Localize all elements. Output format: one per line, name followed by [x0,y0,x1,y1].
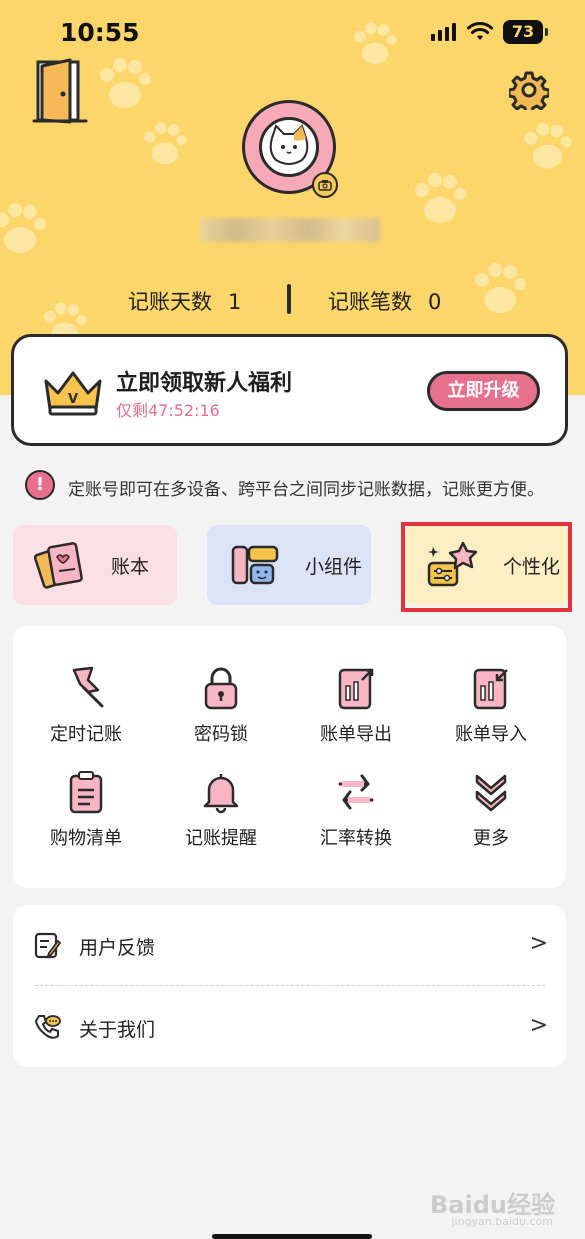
grid-item-scheduled-entry[interactable]: 定时记账 [26,664,146,746]
more-icon [475,774,507,812]
grid-label: 汇率转换 [320,828,392,849]
battery-indicator: 73 [503,20,548,44]
tile-ledger-label: 账本 [111,556,150,578]
list-item-about-us[interactable]: 关于我们 > [13,987,566,1067]
grid-item-currency-exchange[interactable]: 汇率转换 [296,768,416,850]
stats-divider [287,284,291,314]
import-icon [473,668,508,710]
tools-grid: 定时记账 密码锁 账单导出 账单导入 购物清单 记账提醒 汇率转换 更多 [13,626,566,888]
lock-icon [204,667,238,710]
grid-label: 定时记账 [50,724,122,745]
svg-text:V: V [68,392,78,407]
home-indicator[interactable] [212,1234,372,1239]
camera-icon[interactable] [312,172,338,198]
grid-item-import-bills[interactable]: 账单导入 [431,664,551,746]
alert-icon: ! [25,470,55,500]
gear-icon[interactable] [509,70,549,110]
cat-icon [269,124,309,165]
stat-entries-value: 0 [428,290,442,314]
stat-entries: 记账笔数 0 [328,286,441,316]
paw-decoration [144,122,187,165]
grid-item-export-bills[interactable]: 账单导出 [296,664,416,746]
stat-days-value: 1 [228,290,242,314]
list-label: 关于我们 [79,1019,156,1041]
stat-entries-label: 记账笔数 [328,290,412,314]
cellular-signal-icon [431,23,456,41]
widget-icon [231,545,279,585]
new-user-promo-card[interactable]: V 立即领取新人福利 仅剩47:52:16 立即升级 [11,334,568,446]
status-time: 10:55 [60,18,140,47]
exchange-icon [338,774,374,810]
export-icon [338,668,374,710]
grid-label: 密码锁 [194,724,248,745]
phone-icon [34,1015,61,1039]
avatar-cat-face [259,117,319,177]
account-stats: 记账天数 1 记账笔数 0 [0,284,585,318]
pin-icon [72,666,104,708]
grid-label: 账单导入 [455,724,527,745]
upgrade-button[interactable]: 立即升级 [427,371,540,411]
grid-item-shopping-list[interactable]: 购物清单 [26,768,146,850]
promo-title: 立即领取新人福利 [116,371,293,396]
status-icons: 73 [431,20,548,44]
grid-label: 记账提醒 [185,828,257,849]
list-label: 用户反馈 [79,937,156,959]
clipboard-icon [69,771,103,814]
list-item-feedback[interactable]: 用户反馈 > [13,905,566,985]
grid-label: 账单导出 [320,724,392,745]
username-redacted [200,218,380,242]
status-bar: 10:55 73 [0,0,585,64]
stat-days: 记账天数 1 [128,286,241,316]
feedback-icon [34,932,61,959]
watermark-url: jingyan.baidu.com [451,1215,553,1228]
chevron-right-icon: > [529,931,548,956]
tile-ledger[interactable]: 账本 [13,525,177,605]
bell-icon [203,774,239,814]
list-divider [35,985,545,986]
camera-glyph [318,180,332,191]
wifi-icon [467,22,493,40]
grid-label: 购物清单 [50,828,122,849]
ledger-icon [33,542,83,589]
door-icon[interactable] [32,58,90,126]
sync-notice[interactable]: ! 定账号即可在多设备、跨平台之间同步记账数据，记账更方便。 [22,468,572,504]
paw-decoration [0,203,46,253]
crown-icon: V [44,371,102,416]
tile-widget-label: 小组件 [305,556,363,578]
promo-countdown: 仅剩47:52:16 [116,401,220,420]
grid-item-reminder[interactable]: 记账提醒 [161,768,281,850]
paw-decoration [415,173,466,223]
notice-text: 定账号即可在多设备、跨平台之间同步记账数据，记账更方便。 [68,480,544,500]
stat-days-label: 记账天数 [128,290,212,314]
grid-item-more[interactable]: 更多 [431,768,551,850]
highlight-box-personalize [401,522,572,612]
paw-decoration [524,122,572,169]
grid-label: 更多 [473,828,509,849]
grid-item-password-lock[interactable]: 密码锁 [161,664,281,746]
chevron-right-icon: > [529,1013,548,1038]
tile-widget[interactable]: 小组件 [207,525,371,605]
settings-list: 用户反馈 > 关于我们 > [13,905,566,1067]
paw-decoration [100,58,151,108]
